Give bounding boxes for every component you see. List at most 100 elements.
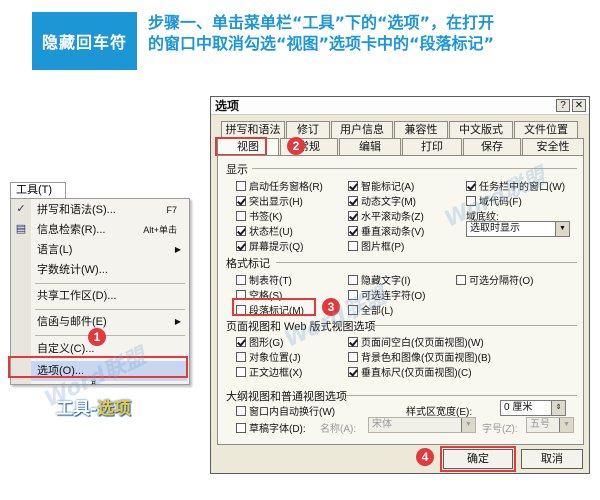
help-button[interactable]: ? — [556, 99, 570, 112]
tab-edit[interactable]: 编辑 — [339, 138, 401, 155]
menu-item-label: 信函与邮件(E) — [37, 316, 107, 328]
tools-menu-title[interactable]: 工具(T) — [10, 182, 66, 198]
checkbox-tab-characters[interactable]: 制表符(T) — [236, 272, 292, 287]
tab-user-info[interactable]: 用户信息 — [331, 121, 393, 138]
font-size-select[interactable]: 五号 ▼ — [526, 417, 574, 433]
menu-item-label: 语言(L) — [37, 244, 73, 256]
highlight-paragraph-marks — [232, 298, 316, 316]
checkbox-box — [236, 225, 246, 236]
checkbox-windows-in-taskbar[interactable]: 任务栏中的窗口(W) — [466, 178, 565, 193]
group-page-view-label: 页面视图和 Web 版式视图选项 — [226, 321, 376, 333]
checkbox-vertical-scrollbar[interactable]: 垂直滚动条(V) — [348, 223, 424, 238]
group-divider — [252, 168, 577, 169]
group-show-label: 显示 — [226, 164, 248, 176]
menu-item-language[interactable]: 语言(L) ▶ — [31, 240, 187, 260]
menu-item-shared-workspace[interactable]: 共享工作区(D)... — [31, 286, 187, 306]
highlight-options — [8, 356, 188, 378]
font-name-label: 名称(A): — [320, 424, 357, 435]
checkbox-white-space[interactable]: 页面间空白(仅页面视图)(W) — [348, 334, 484, 349]
checkbox-box — [236, 180, 246, 191]
checkbox-box — [236, 336, 246, 347]
checkbox-highlight[interactable]: 突出显示(H) — [236, 193, 303, 208]
dropdown-arrow-icon: ▼ — [555, 222, 569, 236]
checkbox-vertical-ruler[interactable]: 垂直标尺(仅页面视图)(C) — [348, 364, 472, 379]
cancel-button[interactable]: 取消 — [521, 449, 583, 469]
checkbox-wrap-to-window[interactable]: 窗口内自动换行(W) — [236, 403, 335, 418]
checkbox-box — [348, 240, 358, 251]
checkbox-text-boundaries[interactable]: 正文边框(X) — [236, 364, 302, 379]
checkbox-box — [348, 274, 358, 285]
menu-shortcut: F7 — [166, 205, 177, 215]
checkbox-startup-task-pane[interactable]: 启动任务窗格(R) — [236, 178, 323, 193]
group-format-marks-label: 格式标记 — [226, 258, 270, 270]
checkbox-drawings[interactable]: 图形(G) — [236, 334, 283, 349]
checkbox-optional-hyphens[interactable]: 可选连字符(O) — [348, 287, 425, 302]
checkbox-box — [236, 405, 246, 416]
menu-item-label: 信息检索(R)... — [37, 224, 106, 236]
tab-security[interactable]: 安全性 — [522, 138, 584, 155]
checkbox-label: 隐藏文字(I) — [361, 276, 411, 287]
checkbox-box — [348, 351, 358, 362]
checkbox-box — [236, 351, 246, 362]
select-value: 选取时显示 — [470, 223, 520, 234]
tab-revisions[interactable]: 修订 — [286, 121, 330, 138]
style-area-width-label: 样式区宽度(E): — [406, 407, 473, 418]
dialog-titlebar: 选项 — [211, 97, 589, 115]
menu-separator — [35, 283, 185, 284]
tab-print[interactable]: 打印 — [402, 138, 462, 155]
checkbox-label: 图片框(P) — [361, 242, 405, 253]
checkbox-picture-placeholders[interactable]: 图片框(P) — [348, 238, 404, 253]
checkbox-field-codes[interactable]: 域代码(F) — [466, 193, 522, 208]
font-name-select[interactable]: 宋体 ▼ — [368, 417, 476, 433]
checkbox-box — [466, 180, 476, 191]
checkbox-box — [348, 210, 358, 221]
step-4-marker: 4 — [416, 448, 434, 466]
tab-file-locations[interactable]: 文件位置 — [514, 121, 578, 138]
select-value: 五号 — [530, 419, 550, 430]
caption-main: 工具- — [56, 399, 98, 419]
tab-spelling[interactable]: 拼写和语法 — [221, 121, 285, 138]
select-value: 宋体 — [372, 419, 392, 430]
checkbox-background-colors[interactable]: 背景色和图像(仅页面视图)(B) — [348, 349, 491, 364]
style-area-width-spinner[interactable]: 0 厘米 ⇕ — [500, 400, 566, 416]
checkbox-label: 正文边框(X) — [249, 368, 303, 379]
group-divider — [346, 395, 577, 396]
title-badge: 隐藏回车符 — [32, 12, 137, 70]
menu-item-label: 自定义(C)... — [37, 343, 95, 355]
field-shading-select[interactable]: 选取时显示 ▼ — [466, 221, 570, 237]
checkbox-draft-font[interactable]: 草稿字体(D): — [236, 420, 306, 435]
menu-item-label: 拼写和语法(S)... — [37, 204, 116, 216]
checkbox-box — [236, 274, 246, 285]
checkbox-optional-breaks[interactable]: 可选分隔符(O) — [456, 272, 533, 287]
menu-item-spelling[interactable]: 拼写和语法(S)... F7 — [31, 200, 187, 220]
checkbox-all[interactable]: 全部(L) — [348, 302, 393, 317]
menu-item-research[interactable]: 信息检索(R)... Alt+单击 — [31, 220, 187, 240]
tools-menu: 工具(T) ✓ ▤ 拼写和语法(S)... F7 信息检索(R)... Alt+… — [8, 180, 190, 387]
caption-accent: 选项 — [97, 399, 132, 419]
checkbox-box — [456, 274, 466, 285]
menu-expand-icon[interactable]: ¤ — [91, 379, 96, 387]
checkbox-label: 垂直滚动条(V) — [361, 227, 425, 238]
checkbox-status-bar[interactable]: 状态栏(U) — [236, 223, 293, 238]
checkbox-horizontal-scrollbar[interactable]: 水平滚动条(Z) — [348, 208, 424, 223]
group-outline-label: 大纲视图和普通视图选项 — [226, 391, 347, 403]
tab-save[interactable]: 保存 — [463, 138, 521, 155]
checkbox-smart-tags[interactable]: 智能标记(A) — [348, 178, 414, 193]
tab-compatibility[interactable]: 兼容性 — [394, 121, 448, 138]
checkbox-label: 水平滚动条(Z) — [361, 212, 424, 223]
group-divider — [276, 262, 577, 263]
checkbox-screentips[interactable]: 屏幕提示(Q) — [236, 238, 303, 253]
checkbox-animated-text[interactable]: 动态文字(M) — [348, 193, 416, 208]
step-3-marker: 3 — [322, 298, 340, 316]
step-2-marker: 2 — [287, 137, 305, 155]
checkbox-object-anchors[interactable]: 对象位置(J) — [236, 349, 301, 364]
close-button[interactable]: ✕ — [572, 99, 586, 112]
checkbox-label: 对象位置(J) — [249, 353, 301, 364]
checkbox-hidden-text[interactable]: 隐藏文字(I) — [348, 272, 410, 287]
group-divider — [370, 325, 577, 326]
checkbox-label: 图形(G) — [249, 338, 284, 349]
menu-item-letters-mailings[interactable]: 信函与邮件(E) ▶ — [31, 312, 187, 332]
tab-chinese-layout[interactable]: 中文版式 — [449, 121, 513, 138]
checkbox-bookmarks[interactable]: 书签(K) — [236, 208, 282, 223]
menu-item-word-count[interactable]: 字数统计(W)... — [31, 260, 187, 280]
